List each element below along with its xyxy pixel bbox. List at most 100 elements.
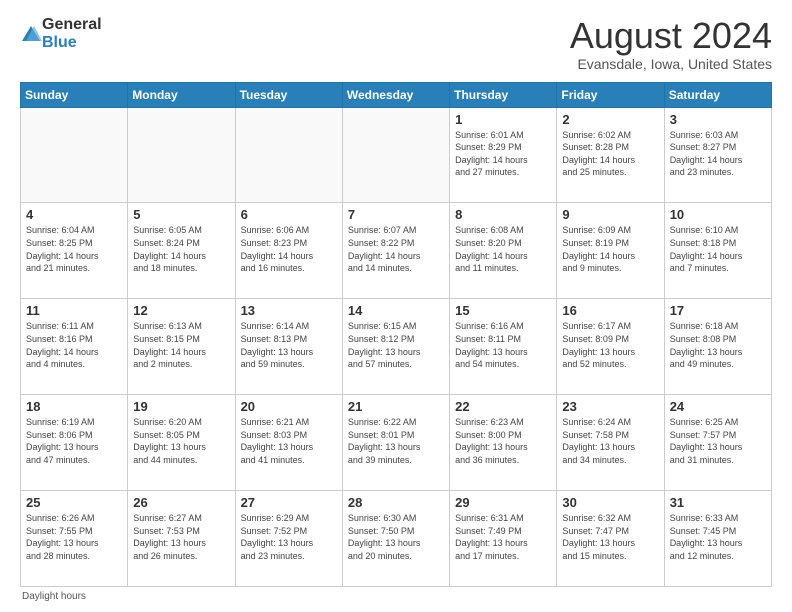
day-number: 24 xyxy=(670,399,766,414)
day-number: 21 xyxy=(348,399,444,414)
location-subtitle: Evansdale, Iowa, United States xyxy=(570,56,772,72)
table-row: 13 Sunrise: 6:14 AMSunset: 8:13 PMDayligh… xyxy=(235,299,342,395)
table-row xyxy=(128,107,235,203)
col-tuesday: Tuesday xyxy=(235,82,342,107)
day-number: 26 xyxy=(133,495,229,510)
table-row: 11Sunrise: 6:11 AMSunset: 8:16 PMDayligh… xyxy=(21,299,128,395)
table-row: 23 Sunrise: 6:24 AMSunset: 7:58 PMDayligh… xyxy=(557,395,664,491)
day-info: Sunrise: 6:30 AMSunset: 7:50 PMDaylight:… xyxy=(348,512,444,562)
table-row: 10 Sunrise: 6:10 AMSunset: 8:18 PMDayligh… xyxy=(664,203,771,299)
day-info: Sunrise: 6:16 AMSunset: 8:11 PMDaylight:… xyxy=(455,320,551,370)
day-info: Sunrise: 6:03 AMSunset: 8:27 PMDaylight:… xyxy=(670,129,766,179)
table-row: 2 Sunrise: 6:02 AMSunset: 8:28 PMDaylight… xyxy=(557,107,664,203)
table-row: 25Sunrise: 6:26 AMSunset: 7:55 PMDayligh… xyxy=(21,491,128,587)
day-info: Sunrise: 6:27 AMSunset: 7:53 PMDaylight:… xyxy=(133,512,229,562)
table-row: 18Sunrise: 6:19 AMSunset: 8:06 PMDayligh… xyxy=(21,395,128,491)
day-number: 2 xyxy=(562,112,658,127)
table-row: 15 Sunrise: 6:16 AMSunset: 8:11 PMDayligh… xyxy=(450,299,557,395)
day-info: Sunrise: 6:31 AMSunset: 7:49 PMDaylight:… xyxy=(455,512,551,562)
day-info: Sunrise: 6:08 AMSunset: 8:20 PMDaylight:… xyxy=(455,224,551,274)
page: General Blue August 2024 Evansdale, Iowa… xyxy=(0,0,792,612)
col-sunday: Sunday xyxy=(21,82,128,107)
day-number: 30 xyxy=(562,495,658,510)
day-number: 23 xyxy=(562,399,658,414)
table-row xyxy=(342,107,449,203)
col-friday: Friday xyxy=(557,82,664,107)
day-info: Sunrise: 6:26 AMSunset: 7:55 PMDaylight:… xyxy=(26,512,122,562)
table-row: 14Sunrise: 6:15 AMSunset: 8:12 PMDayligh… xyxy=(342,299,449,395)
day-number: 9 xyxy=(562,207,658,222)
day-number: 22 xyxy=(455,399,551,414)
day-info: Sunrise: 6:06 AMSunset: 8:23 PMDaylight:… xyxy=(241,224,337,274)
table-row: 26 Sunrise: 6:27 AMSunset: 7:53 PMDayligh… xyxy=(128,491,235,587)
logo-blue: Blue xyxy=(42,34,77,51)
day-number: 10 xyxy=(670,207,766,222)
table-row xyxy=(235,107,342,203)
day-info: Sunrise: 6:17 AMSunset: 8:09 PMDaylight:… xyxy=(562,320,658,370)
col-saturday: Saturday xyxy=(664,82,771,107)
day-info: Sunrise: 6:25 AMSunset: 7:57 PMDaylight:… xyxy=(670,416,766,466)
day-info: Sunrise: 6:22 AMSunset: 8:01 PMDaylight:… xyxy=(348,416,444,466)
day-info: Sunrise: 6:18 AMSunset: 8:08 PMDaylight:… xyxy=(670,320,766,370)
table-row: 28 Sunrise: 6:30 AMSunset: 7:50 PMDayligh… xyxy=(342,491,449,587)
day-info: Sunrise: 6:02 AMSunset: 8:28 PMDaylight:… xyxy=(562,129,658,179)
day-number: 17 xyxy=(670,303,766,318)
table-row: 27 Sunrise: 6:29 AMSunset: 7:52 PMDayligh… xyxy=(235,491,342,587)
day-number: 31 xyxy=(670,495,766,510)
day-info: Sunrise: 6:10 AMSunset: 8:18 PMDaylight:… xyxy=(670,224,766,274)
month-title: August 2024 xyxy=(570,16,772,56)
table-row: 31 Sunrise: 6:33 AMSunset: 7:45 PMDayligh… xyxy=(664,491,771,587)
day-number: 15 xyxy=(455,303,551,318)
day-number: 20 xyxy=(241,399,337,414)
day-number: 27 xyxy=(241,495,337,510)
day-info: Sunrise: 6:04 AMSunset: 8:25 PMDaylight:… xyxy=(26,224,122,274)
table-row: 4Sunrise: 6:04 AMSunset: 8:25 PMDaylight… xyxy=(21,203,128,299)
day-info: Sunrise: 6:24 AMSunset: 7:58 PMDaylight:… xyxy=(562,416,658,466)
table-row: 21 Sunrise: 6:22 AMSunset: 8:01 PMDayligh… xyxy=(342,395,449,491)
day-info: Sunrise: 6:05 AMSunset: 8:24 PMDaylight:… xyxy=(133,224,229,274)
table-row: 20 Sunrise: 6:21 AMSunset: 8:03 PMDayligh… xyxy=(235,395,342,491)
day-info: Sunrise: 6:14 AMSunset: 8:13 PMDaylight:… xyxy=(241,320,337,370)
day-number: 29 xyxy=(455,495,551,510)
day-number: 8 xyxy=(455,207,551,222)
header: General Blue August 2024 Evansdale, Iowa… xyxy=(20,16,772,72)
table-row: 30 Sunrise: 6:32 AMSunset: 7:47 PMDayligh… xyxy=(557,491,664,587)
day-number: 16 xyxy=(562,303,658,318)
calendar-week-row: 4Sunrise: 6:04 AMSunset: 8:25 PMDaylight… xyxy=(21,203,772,299)
day-number: 11 xyxy=(26,303,122,318)
day-info: Sunrise: 6:13 AMSunset: 8:15 PMDaylight:… xyxy=(133,320,229,370)
day-number: 7 xyxy=(348,207,444,222)
table-row: 24 Sunrise: 6:25 AMSunset: 7:57 PMDayligh… xyxy=(664,395,771,491)
title-block: August 2024 Evansdale, Iowa, United Stat… xyxy=(570,16,772,72)
day-info: Sunrise: 6:32 AMSunset: 7:47 PMDaylight:… xyxy=(562,512,658,562)
day-info: Sunrise: 6:21 AMSunset: 8:03 PMDaylight:… xyxy=(241,416,337,466)
table-row: 16 Sunrise: 6:17 AMSunset: 8:09 PMDayligh… xyxy=(557,299,664,395)
day-info: Sunrise: 6:19 AMSunset: 8:06 PMDaylight:… xyxy=(26,416,122,466)
day-info: Sunrise: 6:01 AMSunset: 8:29 PMDaylight:… xyxy=(455,129,551,179)
logo-general: General xyxy=(42,16,102,33)
table-row: 7Sunrise: 6:07 AMSunset: 8:22 PMDaylight… xyxy=(342,203,449,299)
day-number: 1 xyxy=(455,112,551,127)
day-number: 28 xyxy=(348,495,444,510)
day-number: 19 xyxy=(133,399,229,414)
table-row: 29 Sunrise: 6:31 AMSunset: 7:49 PMDayligh… xyxy=(450,491,557,587)
footer-note: Daylight hours xyxy=(20,591,772,602)
day-number: 6 xyxy=(241,207,337,222)
day-info: Sunrise: 6:09 AMSunset: 8:19 PMDaylight:… xyxy=(562,224,658,274)
day-info: Sunrise: 6:29 AMSunset: 7:52 PMDaylight:… xyxy=(241,512,337,562)
calendar-week-row: 1 Sunrise: 6:01 AMSunset: 8:29 PMDaylight… xyxy=(21,107,772,203)
day-info: Sunrise: 6:20 AMSunset: 8:05 PMDaylight:… xyxy=(133,416,229,466)
day-info: Sunrise: 6:33 AMSunset: 7:45 PMDaylight:… xyxy=(670,512,766,562)
daylight-label: Daylight hours xyxy=(22,591,86,602)
table-row: 5Sunrise: 6:05 AMSunset: 8:24 PMDaylight… xyxy=(128,203,235,299)
day-number: 12 xyxy=(133,303,229,318)
logo-icon xyxy=(20,23,42,45)
table-row xyxy=(21,107,128,203)
calendar-header-row: Sunday Monday Tuesday Wednesday Thursday… xyxy=(21,82,772,107)
col-monday: Monday xyxy=(128,82,235,107)
col-thursday: Thursday xyxy=(450,82,557,107)
day-number: 13 xyxy=(241,303,337,318)
table-row: 12 Sunrise: 6:13 AMSunset: 8:15 PMDayligh… xyxy=(128,299,235,395)
calendar-table: Sunday Monday Tuesday Wednesday Thursday… xyxy=(20,82,772,587)
calendar-week-row: 18Sunrise: 6:19 AMSunset: 8:06 PMDayligh… xyxy=(21,395,772,491)
